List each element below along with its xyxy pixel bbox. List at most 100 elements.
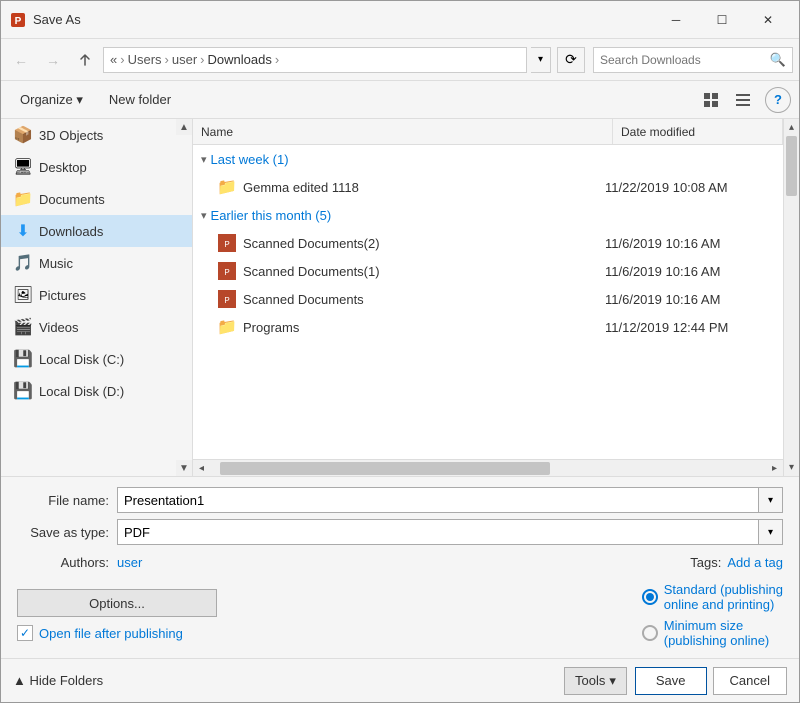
search-input[interactable] bbox=[600, 53, 770, 67]
tags-label: Tags: bbox=[690, 555, 721, 570]
3d-objects-icon: 📦 bbox=[13, 125, 33, 145]
open-after-checkbox-box[interactable]: ✓ bbox=[17, 625, 33, 641]
file-date: 11/6/2019 10:16 AM bbox=[605, 264, 775, 279]
scroll-up-arrow[interactable]: ▴ bbox=[784, 119, 800, 136]
sidebar-label-local-disk-c: Local Disk (C:) bbox=[39, 352, 124, 367]
forward-button[interactable]: → bbox=[39, 46, 67, 74]
app-icon: P bbox=[9, 11, 27, 29]
tools-dropdown-icon: ▾ bbox=[609, 673, 616, 689]
sidebar-item-documents[interactable]: 📁 Documents bbox=[1, 183, 192, 215]
view-button[interactable] bbox=[697, 87, 725, 113]
sidebar-item-pictures[interactable]: 🖼 Pictures bbox=[1, 279, 192, 311]
filename-label: File name: bbox=[17, 493, 117, 508]
sidebar-label-desktop: Desktop bbox=[39, 160, 87, 175]
scroll-down-arrow[interactable]: ▾ bbox=[784, 459, 800, 476]
back-button[interactable]: ← bbox=[7, 46, 35, 74]
new-folder-button[interactable]: New folder bbox=[98, 87, 182, 113]
sidebar-item-3d-objects[interactable]: 📦 3D Objects bbox=[1, 119, 192, 151]
sidebar-item-desktop[interactable]: 🖥 Desktop bbox=[1, 151, 192, 183]
group-last-week[interactable]: ▾ Last week (1) bbox=[193, 145, 783, 173]
list-item[interactable]: P Scanned Documents(2) 11/6/2019 10:16 A… bbox=[193, 229, 783, 257]
authors-label: Authors: bbox=[17, 555, 117, 570]
scroll-left-arrow[interactable]: ◂ bbox=[193, 460, 210, 477]
sidebar-scroll-up[interactable]: ▲ bbox=[176, 119, 192, 135]
file-list-header: Name Date modified bbox=[193, 119, 783, 145]
maximize-button[interactable]: ☐ bbox=[699, 1, 745, 39]
radio-standard-label: Standard (publishingonline and printing) bbox=[664, 582, 783, 612]
group-earlier-chevron: ▾ bbox=[201, 209, 207, 222]
sidebar-item-music[interactable]: 🎵 Music bbox=[1, 247, 192, 279]
sidebar-scroll-down[interactable]: ▼ bbox=[176, 460, 192, 476]
save-button[interactable]: Save bbox=[635, 667, 707, 695]
sidebar-label-videos: Videos bbox=[39, 320, 79, 335]
file-list-panel: Name Date modified ▾ Last week (1) 📁 bbox=[193, 119, 799, 476]
sidebar-label-pictures: Pictures bbox=[39, 288, 86, 303]
filename-input[interactable] bbox=[117, 487, 759, 513]
path-part-user: user bbox=[172, 52, 197, 67]
sidebar-item-downloads[interactable]: ⬇ Downloads bbox=[1, 215, 192, 247]
sidebar-label-downloads: Downloads bbox=[39, 224, 103, 239]
refresh-button[interactable]: ⟳ bbox=[557, 47, 585, 73]
file-date: 11/12/2019 12:44 PM bbox=[605, 320, 775, 335]
address-dropdown-button[interactable]: ▾ bbox=[531, 47, 551, 73]
group-earlier-this-month[interactable]: ▾ Earlier this month (5) bbox=[193, 201, 783, 229]
close-button[interactable]: ✕ bbox=[745, 1, 791, 39]
sidebar: ▲ 📦 3D Objects 🖥 Desktop 📁 Documents ⬇ D… bbox=[1, 119, 193, 476]
sidebar-item-local-disk-d[interactable]: 💾 Local Disk (D:) bbox=[1, 375, 192, 407]
tools-button[interactable]: Tools ▾ bbox=[564, 667, 627, 695]
tools-label: Tools bbox=[575, 673, 605, 688]
search-icon: 🔍 bbox=[770, 52, 786, 68]
filename-dropdown[interactable]: ▾ bbox=[759, 487, 783, 513]
form-area: File name: ▾ Save as type: ▾ Authors: us… bbox=[1, 476, 799, 658]
list-item[interactable]: 📁 Gemma edited 1118 11/22/2019 10:08 AM bbox=[193, 173, 783, 201]
up-button[interactable] bbox=[71, 46, 99, 74]
pptx-icon: P bbox=[217, 289, 237, 309]
svg-text:P: P bbox=[224, 296, 229, 305]
main-content: ▲ 📦 3D Objects 🖥 Desktop 📁 Documents ⬇ D… bbox=[1, 119, 799, 476]
v-scroll-track bbox=[784, 136, 799, 459]
hide-folders-button[interactable]: ▲ Hide Folders bbox=[13, 673, 103, 688]
videos-icon: 🎬 bbox=[13, 317, 33, 337]
horizontal-scrollbar[interactable]: ◂ ▸ bbox=[193, 459, 783, 476]
group-last-week-label: Last week (1) bbox=[211, 152, 289, 167]
file-list-container: Name Date modified ▾ Last week (1) 📁 bbox=[193, 119, 783, 476]
tags-add[interactable]: Add a tag bbox=[727, 555, 783, 570]
organize-button[interactable]: Organize ▾ bbox=[9, 87, 94, 113]
group-earlier-label: Earlier this month (5) bbox=[211, 208, 332, 223]
pictures-icon: 🖼 bbox=[13, 285, 33, 305]
sidebar-label-3d-objects: 3D Objects bbox=[39, 128, 103, 143]
scroll-right-arrow[interactable]: ▸ bbox=[766, 460, 783, 477]
minimize-button[interactable]: ─ bbox=[653, 1, 699, 39]
address-path[interactable]: « › Users › user › Downloads › bbox=[103, 47, 527, 73]
cancel-button[interactable]: Cancel bbox=[713, 667, 787, 695]
toolbar: Organize ▾ New folder ? bbox=[1, 81, 799, 119]
h-scroll-thumb[interactable] bbox=[220, 462, 550, 475]
v-scroll-thumb[interactable] bbox=[786, 136, 797, 196]
list-item[interactable]: 📁 Programs 11/12/2019 12:44 PM bbox=[193, 313, 783, 341]
view-details-button[interactable] bbox=[729, 87, 757, 113]
sidebar-item-videos[interactable]: 🎬 Videos bbox=[1, 311, 192, 343]
column-name[interactable]: Name bbox=[193, 119, 613, 144]
radio-standard-button[interactable] bbox=[642, 589, 658, 605]
authors-value[interactable]: user bbox=[117, 555, 142, 570]
pptx-icon: P bbox=[217, 261, 237, 281]
dialog-title: Save As bbox=[33, 12, 653, 27]
saveastype-input[interactable] bbox=[117, 519, 759, 545]
open-after-checkbox[interactable]: ✓ Open file after publishing bbox=[17, 625, 217, 641]
radio-minimum[interactable]: Minimum size(publishing online) bbox=[642, 618, 783, 648]
help-button[interactable]: ? bbox=[765, 87, 791, 113]
sidebar-item-local-disk-c[interactable]: 💾 Local Disk (C:) bbox=[1, 343, 192, 375]
column-date-modified[interactable]: Date modified bbox=[613, 119, 783, 144]
list-item[interactable]: P Scanned Documents(1) 11/6/2019 10:16 A… bbox=[193, 257, 783, 285]
column-name-label: Name bbox=[201, 125, 233, 139]
options-button[interactable]: Options... bbox=[17, 589, 217, 617]
column-date-label: Date modified bbox=[621, 125, 695, 139]
list-item[interactable]: P Scanned Documents 11/6/2019 10:16 AM bbox=[193, 285, 783, 313]
bottom-actions: Options... ✓ Open file after publishing … bbox=[17, 574, 783, 648]
radio-minimum-button[interactable] bbox=[642, 625, 658, 641]
svg-text:P: P bbox=[15, 16, 22, 27]
folder-icon: 📁 bbox=[217, 177, 237, 197]
desktop-icon: 🖥 bbox=[13, 157, 33, 177]
saveastype-dropdown[interactable]: ▾ bbox=[759, 519, 783, 545]
radio-standard[interactable]: Standard (publishingonline and printing) bbox=[642, 582, 783, 612]
